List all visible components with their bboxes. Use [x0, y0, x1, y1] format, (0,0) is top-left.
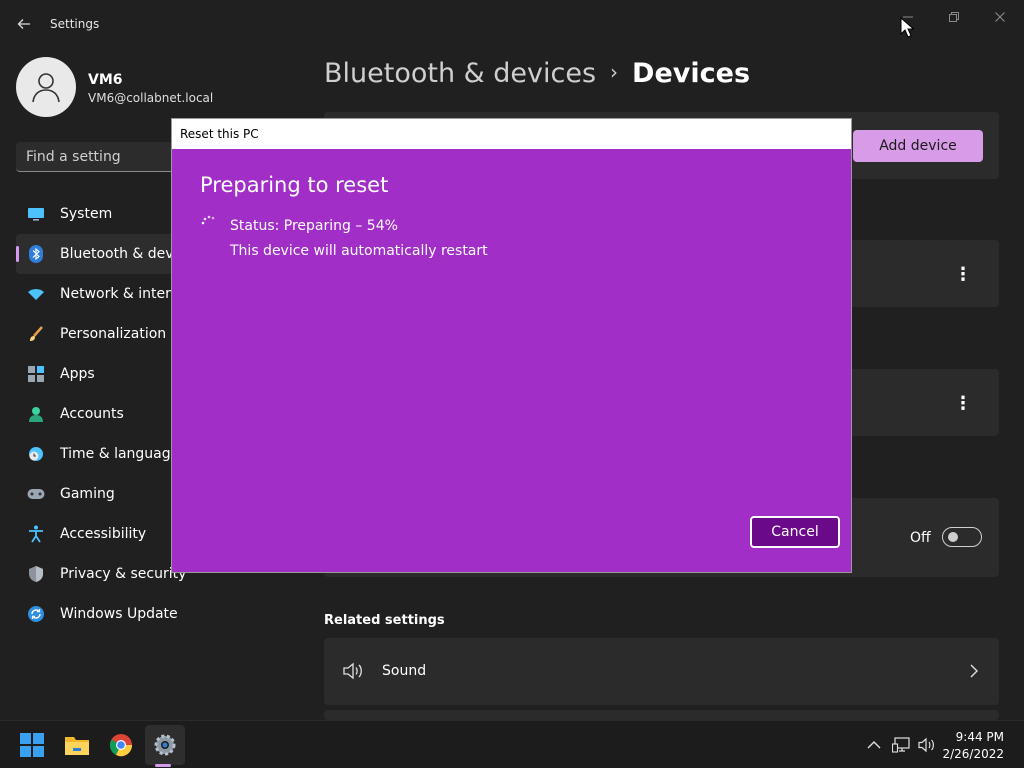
spinner-icon: [201, 215, 215, 225]
update-icon: [26, 604, 46, 624]
next-settings-row: [324, 710, 999, 720]
sidebar-item-system[interactable]: System: [16, 194, 176, 234]
sidebar-item-personalization[interactable]: Personalization: [16, 314, 176, 354]
bluetooth-icon: [26, 244, 46, 264]
breadcrumb: Bluetooth & devices › Devices: [324, 58, 750, 89]
reset-status: Status: Preparing – 54%: [230, 218, 398, 234]
apps-icon: [26, 364, 46, 384]
mouse-cursor-icon: [900, 17, 914, 38]
more-options-button-2[interactable]: ⋮: [951, 391, 975, 415]
chrome-icon: [109, 734, 133, 757]
sidebar-item-label: Accessibility: [60, 526, 147, 542]
close-button[interactable]: [982, 6, 1018, 28]
chrome-button[interactable]: [101, 725, 141, 765]
system-display-icon: [26, 204, 46, 224]
sound-settings-row[interactable]: Sound: [324, 638, 999, 705]
toggle-knob: [948, 532, 958, 542]
shield-icon: [26, 564, 46, 584]
sidebar-item-time-language[interactable]: Time & language: [16, 434, 180, 474]
restore-icon: [949, 12, 959, 22]
start-button[interactable]: [12, 725, 52, 765]
sidebar-item-apps[interactable]: Apps: [16, 354, 176, 394]
sidebar-item-privacy[interactable]: Privacy & security: [16, 554, 186, 594]
dialog-heading: Preparing to reset: [200, 173, 389, 197]
restore-button[interactable]: [936, 6, 972, 28]
sidebar-nav: System Bluetooth & devices Network & int…: [16, 194, 201, 634]
app-title: Settings: [50, 17, 100, 31]
sidebar-item-label: Privacy & security: [60, 566, 187, 582]
more-options-icon: ⋮: [954, 263, 972, 285]
related-settings-heading: Related settings: [324, 613, 445, 628]
sidebar-item-gaming[interactable]: Gaming: [16, 474, 176, 514]
add-device-button[interactable]: Add device: [853, 130, 983, 162]
sidebar-item-label: Time & language: [60, 446, 180, 462]
avatar[interactable]: [16, 57, 76, 117]
windows-start-icon: [20, 733, 44, 757]
sidebar-item-bluetooth[interactable]: Bluetooth & devices: [16, 234, 201, 274]
breadcrumb-parent[interactable]: Bluetooth & devices: [324, 58, 596, 89]
sidebar-item-label: System: [60, 206, 113, 222]
back-arrow-icon: [17, 19, 30, 29]
user-email: VM6@collabnet.local: [88, 91, 214, 105]
cancel-button[interactable]: Cancel: [750, 516, 840, 548]
sound-label: Sound: [382, 663, 427, 679]
accounts-icon: [26, 404, 46, 424]
taskbar-time[interactable]: 9:44 PM: [956, 730, 1004, 744]
gamepad-icon: [26, 484, 46, 504]
back-button[interactable]: [12, 12, 36, 36]
sidebar-item-label: Windows Update: [60, 606, 178, 622]
network-tray-button[interactable]: [891, 735, 911, 755]
sidebar-item-accessibility[interactable]: Accessibility: [16, 514, 176, 554]
dialog-body: Preparing to reset Status: Preparing – 5…: [172, 149, 851, 572]
show-hidden-icons-button[interactable]: [864, 735, 884, 755]
sidebar-item-accounts[interactable]: Accounts: [16, 394, 176, 434]
volume-tray-button[interactable]: [917, 735, 937, 755]
close-icon: [995, 12, 1005, 22]
reset-pc-dialog: Reset this PC Preparing to reset Status:…: [171, 118, 852, 573]
accessibility-icon: [26, 524, 46, 544]
sidebar-item-windows-update[interactable]: Windows Update: [16, 594, 178, 634]
dialog-title: Reset this PC: [172, 119, 851, 149]
sidebar-item-label: Personalization: [60, 326, 167, 342]
restart-note: This device will automatically restart: [230, 243, 488, 259]
sidebar-item-network[interactable]: Network & internet: [16, 274, 194, 314]
wifi-icon: [26, 284, 46, 304]
clock-globe-icon: [26, 444, 46, 464]
file-explorer-icon: [65, 737, 89, 755]
more-options-icon: ⋮: [954, 392, 972, 414]
chevron-right-icon: [967, 662, 981, 680]
taskbar: 9:44 PM 2/26/2022: [0, 720, 1024, 768]
chevron-up-icon: [867, 741, 881, 749]
settings-button[interactable]: [145, 725, 185, 765]
title-bar: Settings: [0, 0, 1024, 48]
breadcrumb-separator: ›: [610, 60, 619, 84]
toggle-switch[interactable]: [942, 527, 982, 547]
toggle-state-label: Off: [910, 530, 931, 546]
volume-icon: [918, 737, 934, 753]
settings-gear-icon: [154, 734, 176, 756]
search-input[interactable]: Find a setting: [16, 142, 176, 172]
page-title: Devices: [632, 58, 751, 89]
more-options-button-1[interactable]: ⋮: [951, 262, 975, 286]
active-app-indicator: [155, 764, 171, 767]
file-explorer-button[interactable]: [57, 725, 97, 765]
user-name: VM6: [88, 72, 123, 88]
settings-window: Settings VM6 VM6@collabnet.local Find a …: [0, 0, 1024, 768]
paintbrush-icon: [26, 324, 46, 344]
user-avatar-icon: [32, 73, 60, 103]
sidebar-item-label: Gaming: [60, 486, 115, 502]
taskbar-date[interactable]: 2/26/2022: [942, 747, 1004, 761]
volume-icon: [342, 661, 364, 683]
network-icon: [892, 737, 910, 753]
sidebar-item-label: Accounts: [60, 406, 124, 422]
sidebar-item-label: Apps: [60, 366, 95, 382]
